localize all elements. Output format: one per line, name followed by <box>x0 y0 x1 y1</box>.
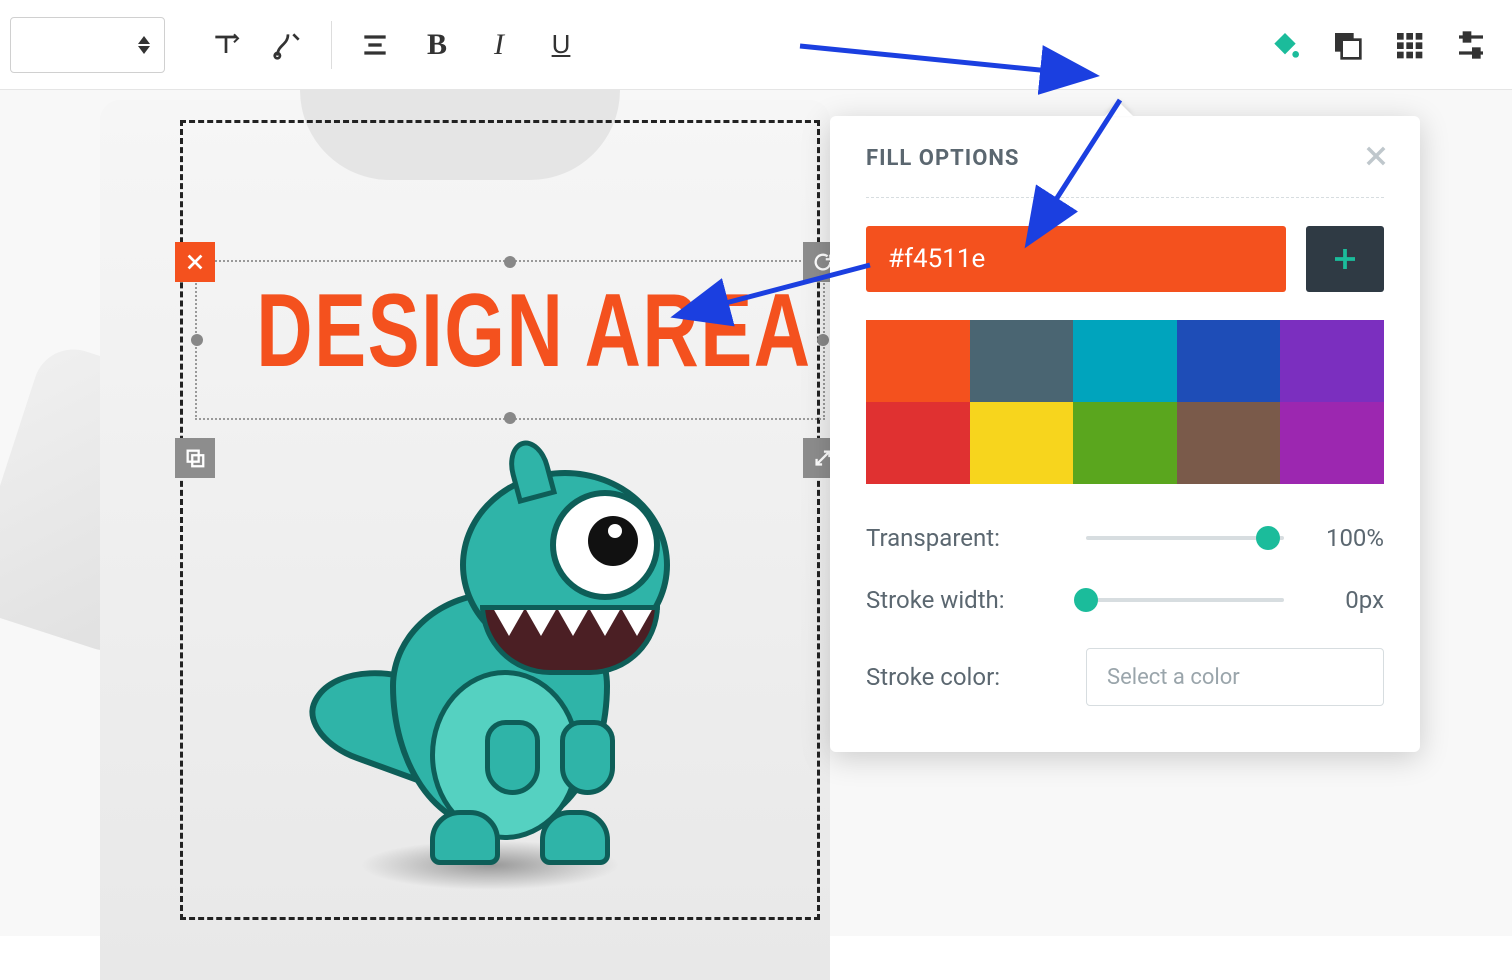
resize-handle-top[interactable] <box>504 256 516 268</box>
canvas-area[interactable]: DESIGN AREA FILL OPTIONS #f4511e <box>0 90 1512 936</box>
toolbar-separator <box>331 21 332 69</box>
resize-handle-left[interactable] <box>191 334 203 346</box>
transparent-thumb[interactable] <box>1256 526 1280 550</box>
color-swatch[interactable] <box>970 320 1074 402</box>
font-dropdown[interactable] <box>10 17 165 73</box>
italic-button[interactable]: I <box>468 14 530 76</box>
align-button[interactable] <box>344 14 406 76</box>
color-swatch[interactable] <box>866 320 970 402</box>
color-swatches <box>866 320 1384 484</box>
color-swatch[interactable] <box>866 402 970 484</box>
fill-color-button[interactable] <box>1254 14 1316 76</box>
color-swatch[interactable] <box>1280 320 1384 402</box>
text-element[interactable]: DESIGN AREA <box>175 250 825 450</box>
stroke-width-slider[interactable] <box>1086 598 1284 602</box>
hex-color-input[interactable]: #f4511e <box>866 226 1286 292</box>
transparent-value: 100% <box>1304 524 1384 552</box>
transparent-label: Transparent: <box>866 524 1066 552</box>
panel-divider <box>866 197 1384 198</box>
duplicate-button[interactable] <box>175 438 215 478</box>
resize-handle-bottom[interactable] <box>504 412 516 424</box>
close-button[interactable] <box>1362 142 1390 170</box>
design-text-content[interactable]: DESIGN AREA <box>256 272 744 391</box>
popover-caret <box>1105 102 1133 116</box>
stroke-width-value: 0px <box>1304 586 1384 614</box>
design-graphic[interactable] <box>310 470 690 890</box>
stroke-color-input[interactable]: Select a color <box>1086 648 1384 706</box>
text-tool-button[interactable] <box>195 14 257 76</box>
grid-button[interactable] <box>1378 14 1440 76</box>
color-swatch[interactable] <box>1073 320 1177 402</box>
underline-button[interactable]: U <box>530 14 592 76</box>
color-swatch[interactable] <box>1073 402 1177 484</box>
stroke-width-thumb[interactable] <box>1074 588 1098 612</box>
stroke-color-label: Stroke color: <box>866 663 1066 691</box>
bold-button[interactable]: B <box>406 14 468 76</box>
stroke-width-label: Stroke width: <box>866 586 1066 614</box>
color-swatch[interactable] <box>1177 320 1281 402</box>
delete-button[interactable] <box>175 242 215 282</box>
toolbar: B I U <box>0 0 1512 90</box>
layers-button[interactable] <box>1316 14 1378 76</box>
fill-options-panel: FILL OPTIONS #f4511e Transparent: <box>830 116 1420 752</box>
path-tool-button[interactable] <box>257 14 319 76</box>
color-swatch[interactable] <box>1280 402 1384 484</box>
color-swatch[interactable] <box>1177 402 1281 484</box>
add-color-button[interactable] <box>1306 226 1384 292</box>
dropdown-chevron-icon <box>138 36 150 54</box>
transparent-slider[interactable] <box>1086 536 1284 540</box>
panel-title: FILL OPTIONS <box>866 146 1384 171</box>
color-swatch[interactable] <box>970 402 1074 484</box>
resize-handle-right[interactable] <box>817 334 829 346</box>
settings-sliders-button[interactable] <box>1440 14 1502 76</box>
